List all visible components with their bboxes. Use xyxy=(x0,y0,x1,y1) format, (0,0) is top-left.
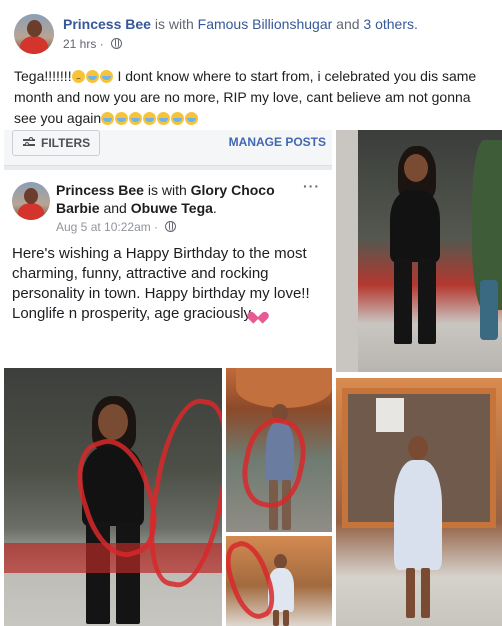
person-figure xyxy=(372,146,454,366)
crying-emoji-icon xyxy=(99,70,113,83)
inner-post-header: Princess Bee is with Glory Choco Barbie … xyxy=(56,182,275,216)
with-text: is with xyxy=(154,16,194,32)
post-meta: 21 hrs · xyxy=(63,37,123,51)
author-name-link[interactable]: Princess Bee xyxy=(63,16,151,32)
crying-emoji-icon xyxy=(85,70,99,83)
inner-post-meta: Aug 5 at 10:22am · xyxy=(56,220,177,234)
heart-icon xyxy=(251,307,265,319)
filters-button[interactable]: FILTERS xyxy=(12,130,100,156)
tagged-others-link[interactable]: 3 others. xyxy=(363,16,417,32)
globe-icon[interactable] xyxy=(165,221,177,232)
tagged-friend-link[interactable]: Famous Billionshugar xyxy=(198,16,333,32)
crying-emoji-icon xyxy=(157,112,171,125)
avatar[interactable] xyxy=(14,14,54,54)
and-text: and xyxy=(103,200,127,216)
birthday-photo-3[interactable] xyxy=(226,536,332,626)
post-message-title: Tega!!!!!!! xyxy=(14,68,72,84)
inner-post-card: Princess Bee is with Glory Choco Barbie … xyxy=(4,170,332,626)
crying-emoji-icon xyxy=(129,112,143,125)
more-dots-icon[interactable]: ··· xyxy=(303,178,320,194)
globe-icon[interactable] xyxy=(111,38,123,49)
inner-timestamp[interactable]: Aug 5 at 10:22am xyxy=(56,220,151,234)
post-message: Tega!!!!!!! I dont know where to start f… xyxy=(14,66,492,129)
filters-label: FILTERS xyxy=(41,136,91,150)
crying-emoji-icon xyxy=(185,112,199,125)
sliders-icon xyxy=(23,137,35,149)
person-figure xyxy=(386,436,450,620)
with-text: is with xyxy=(147,182,187,198)
and-text: and xyxy=(336,16,360,32)
post-header: Princess Bee is with Famous Billionshuga… xyxy=(0,0,502,58)
photo-tile[interactable] xyxy=(336,130,502,372)
inner-author-link[interactable]: Princess Bee xyxy=(56,182,144,198)
sad-emoji-icon xyxy=(71,70,85,83)
posts-toolbar: FILTERS MANAGE POSTS xyxy=(4,130,332,166)
screenshot-photo[interactable]: FILTERS MANAGE POSTS Princess Bee is wit… xyxy=(4,130,332,626)
crying-emoji-icon xyxy=(171,112,185,125)
birthday-photo-main[interactable] xyxy=(4,368,222,626)
photo-tile[interactable] xyxy=(336,378,502,626)
post-header-line: Princess Bee is with Famous Billionshuga… xyxy=(63,16,418,32)
inner-post-text: Here's wishing a Happy Birthday to the m… xyxy=(12,244,326,324)
photo-grid: FILTERS MANAGE POSTS Princess Bee is wit… xyxy=(0,130,502,626)
red-scribble-mark xyxy=(235,412,313,514)
birthday-photo-2[interactable] xyxy=(226,368,332,532)
tagged-friend-link[interactable]: Obuwe Tega xyxy=(131,200,213,216)
crying-emoji-icon xyxy=(115,112,129,125)
crying-emoji-icon xyxy=(101,112,115,125)
post-timestamp[interactable]: 21 hrs xyxy=(63,37,96,51)
manage-posts-link[interactable]: MANAGE POSTS xyxy=(229,135,326,149)
avatar[interactable] xyxy=(12,182,50,220)
crying-emoji-icon xyxy=(143,112,157,125)
